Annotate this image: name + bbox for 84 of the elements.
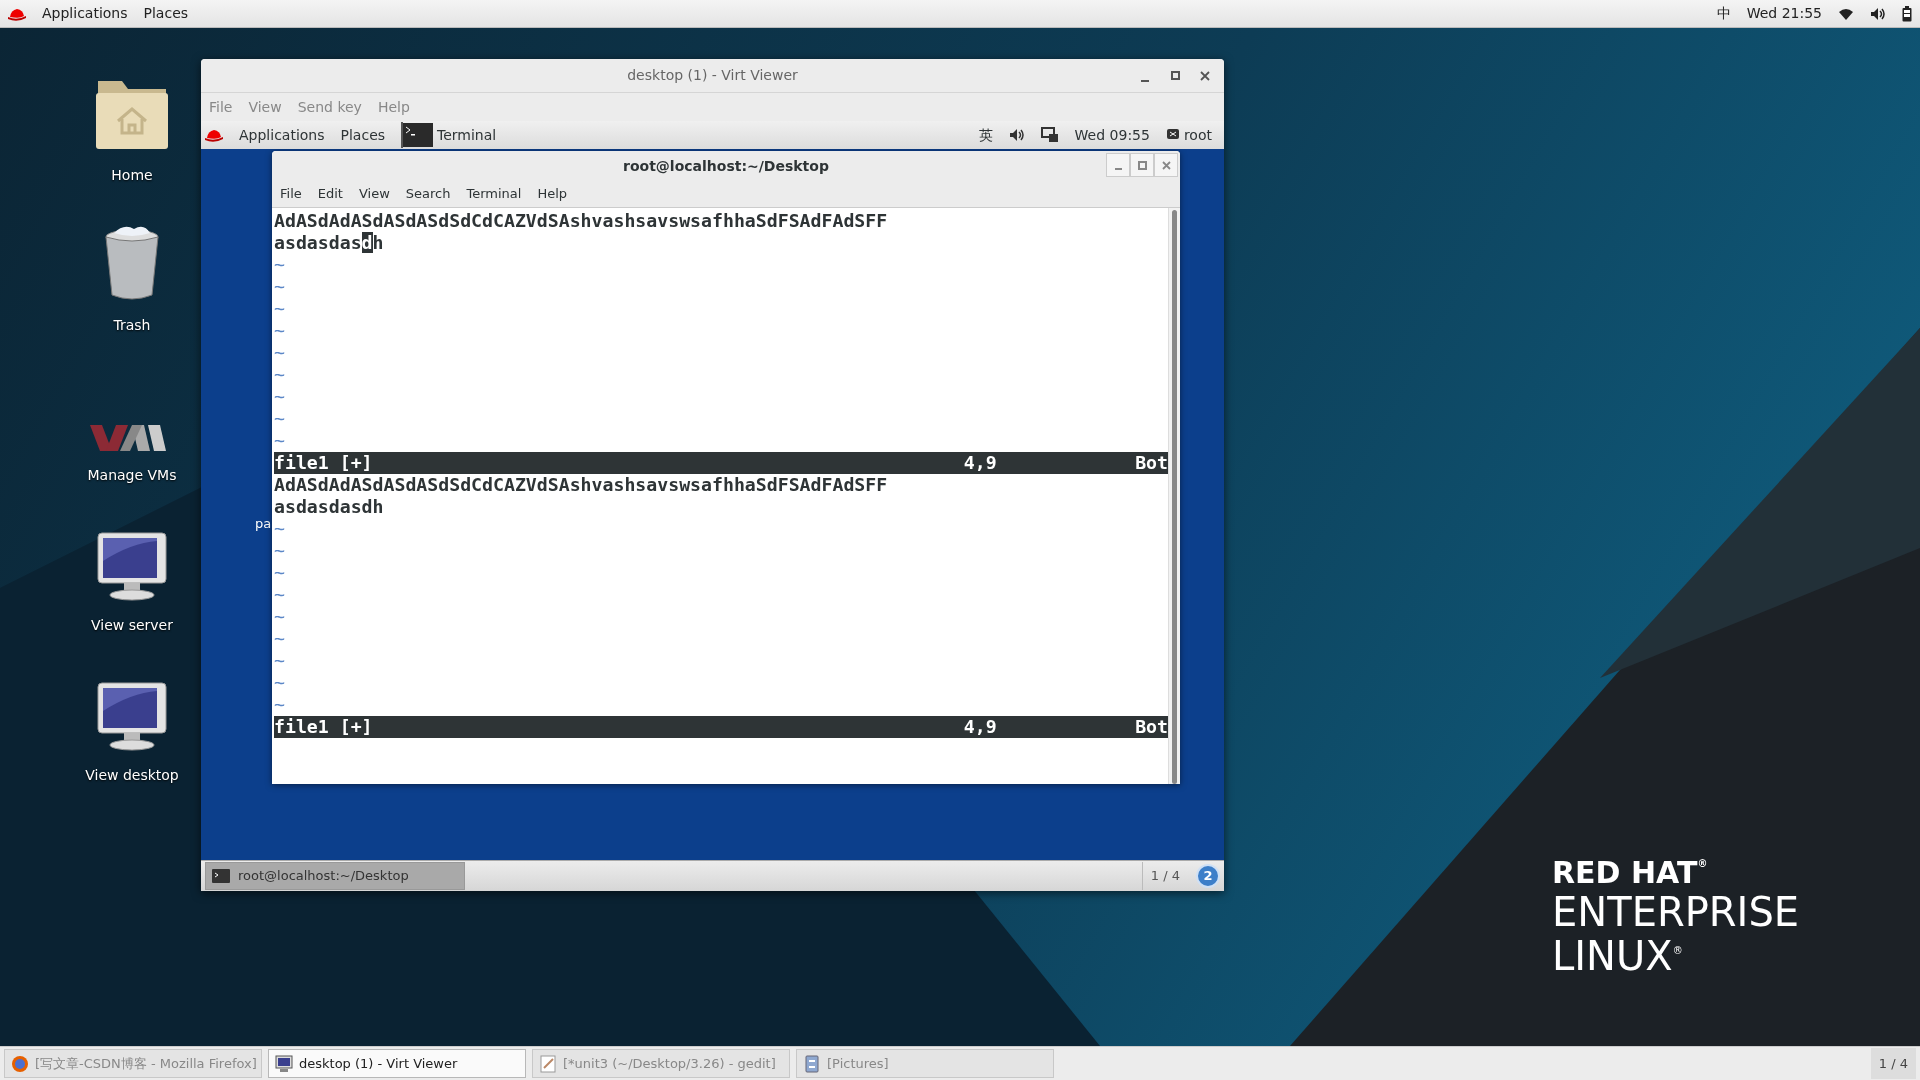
notification-count[interactable]: 2 (1196, 864, 1220, 888)
file-name: file1 [+] (274, 716, 374, 738)
tilde-marker: ~ (274, 298, 286, 320)
monitor-icon[interactable] (96, 681, 168, 753)
text-line: asdasdasdh (274, 496, 385, 518)
menu-item[interactable]: Applications (239, 124, 325, 146)
taskbar-button[interactable]: root@localhost:~/Desktop (205, 862, 465, 890)
maximize-icon (1170, 71, 1180, 80)
tilde-marker: ~ (274, 386, 286, 408)
clock[interactable]: Wed 09:55 (1074, 124, 1150, 146)
text-line: asdasdasdh (274, 232, 385, 254)
menu-item[interactable]: View (358, 184, 390, 204)
scroll-position: Bot (1135, 716, 1168, 738)
logo-text: LINUX$^{®}$ (1552, 936, 1684, 976)
tilde-marker: ~ (274, 562, 286, 584)
window-title: desktop (1) - Virt Viewer (627, 66, 798, 85)
tilde-marker: ~ (274, 584, 286, 606)
tilde-marker: ~ (274, 540, 286, 562)
icon-label[interactable]: Trash (113, 315, 151, 336)
desktop-icon-label[interactable]: pa (255, 514, 272, 534)
tilde-marker: ~ (274, 342, 286, 364)
monitor-icon[interactable] (96, 531, 168, 603)
text-line: AdASdAdASdASdASdSdCdCAZVdSAshvashsavswsafhhaSdFSAdFAdSFF (274, 210, 889, 232)
scrollbar[interactable] (1168, 208, 1180, 784)
logo-text: ENTERPRISE (1552, 892, 1800, 932)
icon-label[interactable]: Manage VMs (87, 465, 177, 486)
cursor-position: 4,9 (963, 716, 997, 738)
input-method-indicator[interactable]: 中 (1716, 3, 1731, 24)
tilde-marker: ~ (274, 430, 286, 452)
workspace-indicator[interactable]: 1 / 4 (1870, 1047, 1916, 1080)
window-title: root@localhost:~/Desktop (623, 156, 829, 176)
text-editor-icon (539, 1054, 557, 1073)
menu-item[interactable]: Places (340, 124, 386, 146)
battery-icon[interactable] (1902, 5, 1912, 22)
text-line: AdASdAdASdASdASdSdCdCAZVdSAshvashsavswsafhhaSdFSAdFAdSFF (274, 474, 889, 496)
browser-icon (11, 1054, 29, 1073)
workspace-indicator[interactable]: 1 / 4 (1141, 862, 1188, 890)
volume-icon[interactable] (1870, 6, 1886, 21)
active-app-label[interactable]: Terminal (437, 124, 497, 146)
icon-label[interactable]: View desktop (85, 765, 179, 786)
maximize-icon (1137, 160, 1147, 170)
minimize-icon (1114, 168, 1122, 170)
close-icon (1200, 70, 1210, 81)
input-method-indicator[interactable]: 英 (978, 124, 993, 146)
user-menu[interactable]: root (1183, 124, 1212, 146)
menu-item[interactable]: File (280, 184, 302, 204)
tilde-marker: ~ (274, 364, 286, 386)
menu-item[interactable]: Terminal (466, 184, 522, 204)
tilde-marker: ~ (274, 672, 286, 694)
close-icon (1161, 160, 1171, 170)
network-icon[interactable] (1040, 127, 1059, 143)
tilde-marker: ~ (274, 518, 286, 540)
icon-label[interactable]: View server (91, 615, 173, 636)
file-name: file1 [+] (274, 452, 374, 474)
tilde-marker: ~ (274, 694, 286, 716)
terminal-icon (212, 869, 230, 883)
tilde-marker: ~ (274, 320, 286, 342)
tilde-marker: ~ (274, 276, 286, 298)
tilde-marker: ~ (274, 650, 286, 672)
scroll-position: Bot (1135, 452, 1168, 474)
monitor-icon (275, 1054, 293, 1073)
hat-icon (205, 127, 223, 143)
file-cabinet-icon (803, 1054, 821, 1073)
clock[interactable]: Wed 21:55 (1746, 3, 1822, 24)
icon-label[interactable]: Home (111, 165, 153, 186)
menu-item[interactable]: Search (405, 184, 451, 204)
wifi-icon[interactable] (1838, 6, 1854, 21)
tilde-marker: ~ (274, 628, 286, 650)
close-button[interactable] (1154, 153, 1178, 177)
menu-item[interactable]: Places (143, 3, 189, 24)
maximize-button[interactable] (1130, 153, 1154, 177)
minimize-button[interactable] (1106, 153, 1130, 177)
menu-item[interactable]: Applications (42, 3, 128, 24)
menu-item[interactable]: Help (537, 184, 568, 204)
terminal-icon (403, 123, 434, 147)
menu-item[interactable]: Edit (317, 184, 343, 204)
tilde-marker: ~ (274, 606, 286, 628)
tilde-marker: ~ (274, 408, 286, 430)
cursor-position: 4,9 (963, 452, 997, 474)
taskbar-button[interactable]: desktop (1) - Virt Viewer (268, 1049, 526, 1078)
logo-text: RED HAT$^{®}$ (1552, 858, 1709, 888)
volume-icon[interactable] (1008, 128, 1025, 142)
minimize-icon (1141, 79, 1149, 82)
tilde-marker: ~ (274, 254, 286, 276)
